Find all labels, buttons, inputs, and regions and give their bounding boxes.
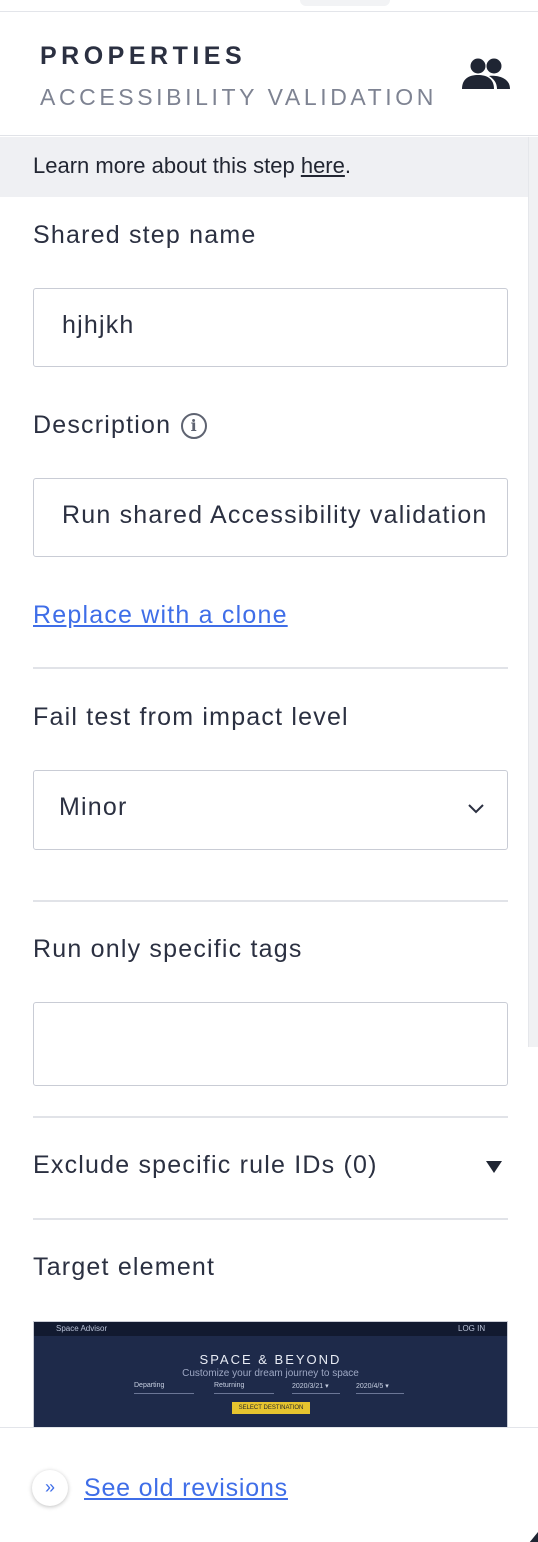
learn-more-label: Learn more about this step <box>33 153 301 178</box>
exclude-rules-toggle[interactable]: Exclude specific rule IDs (0) <box>33 1151 508 1191</box>
see-old-revisions-link[interactable]: See old revisions <box>84 1474 288 1503</box>
impact-level-value: Minor <box>59 793 128 821</box>
shared-step-name-input[interactable]: hjhjkh <box>33 288 508 367</box>
learn-more-suffix: . <box>344 153 351 178</box>
properties-content[interactable]: Learn more about this step here. Shared … <box>0 137 528 1427</box>
target-element-label: Target element <box>33 1253 216 1281</box>
preview-date-2: 2020/4/5 ▾ <box>356 1382 404 1394</box>
footer: » See old revisions <box>0 1427 538 1542</box>
double-chevron-right-icon[interactable]: » <box>32 1470 68 1506</box>
preview-returning: Returning <box>214 1382 274 1394</box>
preview-app-name: Space Advisor <box>56 1324 108 1333</box>
top-strip <box>0 0 538 12</box>
exclude-rules-label: Exclude specific rule IDs (0) <box>33 1151 378 1179</box>
divider <box>33 667 508 669</box>
divider <box>33 1116 508 1118</box>
specific-tags-input[interactable] <box>33 1002 508 1086</box>
top-strip-nub <box>300 0 390 6</box>
impact-level-select[interactable]: Minor <box>33 770 508 850</box>
resize-corner-icon <box>529 1532 538 1542</box>
shared-step-name-label: Shared step name <box>33 221 257 249</box>
users-icon[interactable] <box>456 56 512 92</box>
learn-more-bar: Learn more about this step here. <box>0 137 528 197</box>
preview-departing: Departing <box>134 1382 194 1394</box>
learn-more-link[interactable]: here <box>301 153 345 178</box>
description-value: Run shared Accessibility validation <box>62 501 488 529</box>
description-label: Description i <box>33 411 208 440</box>
preview-select-destination-button: SELECT DESTINATION <box>232 1402 310 1414</box>
properties-header: PROPERTIES ACCESSIBILITY VALIDATION <box>0 12 538 136</box>
scrollbar[interactable] <box>528 137 538 1047</box>
specific-tags-label: Run only specific tags <box>33 935 303 963</box>
preview-date-1: 2020/3/21 ▾ <box>292 1382 340 1394</box>
description-label-text: Description <box>33 411 172 439</box>
target-element-preview[interactable]: Space Advisor LOG IN SPACE & BEYOND Cust… <box>33 1321 508 1427</box>
impact-level-label: Fail test from impact level <box>33 703 349 731</box>
divider <box>33 1218 508 1220</box>
panel-title: PROPERTIES <box>40 42 247 70</box>
divider <box>33 900 508 902</box>
shared-step-name-value: hjhjkh <box>62 311 135 339</box>
chevron-down-icon <box>468 804 484 814</box>
preview-heading: SPACE & BEYOND <box>199 1352 342 1367</box>
panel-subtitle: ACCESSIBILITY VALIDATION <box>40 84 437 110</box>
triangle-down-icon <box>486 1161 502 1173</box>
preview-subheading: Customize your dream journey to space <box>182 1368 359 1379</box>
description-input[interactable]: Run shared Accessibility validation <box>33 478 508 557</box>
info-icon[interactable]: i <box>181 413 208 440</box>
learn-more-text: Learn more about this step here. <box>33 153 351 179</box>
preview-login: LOG IN <box>458 1324 486 1333</box>
replace-with-clone-link[interactable]: Replace with a clone <box>33 601 288 630</box>
